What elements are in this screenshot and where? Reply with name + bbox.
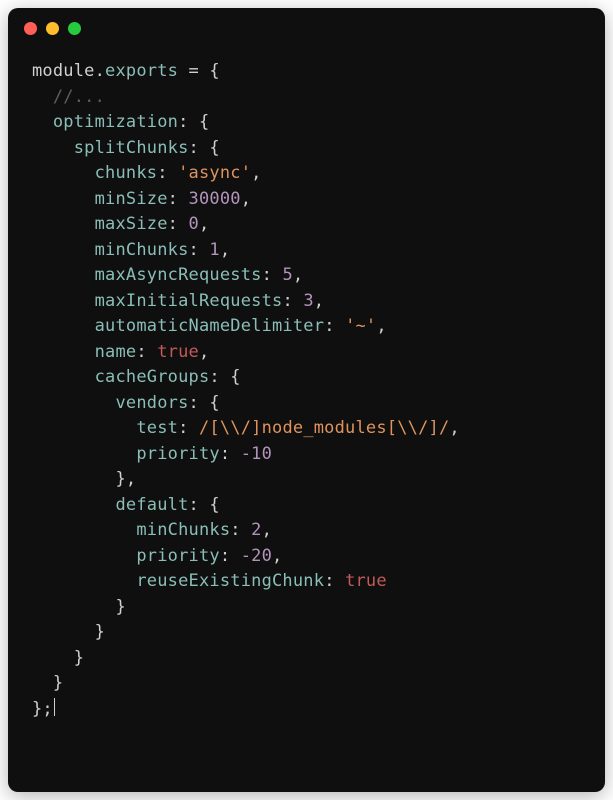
code-token: name	[32, 342, 136, 362]
code-token: cacheGroups	[32, 367, 209, 387]
code-token: reuseExistingChunk	[32, 571, 324, 591]
code-token: : {	[189, 393, 220, 413]
code-token: vendors	[32, 393, 189, 413]
text-cursor	[54, 698, 55, 716]
code-token: splitChunks	[32, 138, 189, 158]
code-token: ,	[293, 265, 303, 285]
code-token: exports	[105, 61, 178, 81]
code-token: .	[95, 61, 105, 81]
code-token: :	[157, 163, 178, 183]
code-token: :	[220, 444, 241, 464]
code-token: maxAsyncRequests	[32, 265, 262, 285]
code-token: },	[32, 469, 136, 489]
code-token: ,	[314, 291, 324, 311]
code-token: };	[32, 699, 53, 719]
code-token: :	[262, 265, 283, 285]
code-token: 2	[251, 520, 261, 540]
code-token: minChunks	[32, 240, 189, 260]
code-block: module.exports = { //... optimization: {…	[8, 43, 605, 742]
code-token: :	[178, 418, 199, 438]
code-token: : {	[209, 367, 240, 387]
code-token: maxInitialRequests	[32, 291, 282, 311]
code-token: :	[230, 520, 251, 540]
code-token: -20	[241, 546, 272, 566]
code-token: 'async'	[178, 163, 251, 183]
code-token: -10	[241, 444, 272, 464]
code-token: module	[32, 61, 95, 81]
code-token: :	[220, 546, 241, 566]
code-comment: //...	[32, 87, 105, 107]
code-token: 1	[209, 240, 219, 260]
code-token: : {	[178, 112, 209, 132]
code-token: ,	[272, 546, 282, 566]
maximize-icon[interactable]	[68, 22, 81, 35]
code-token: }	[32, 622, 105, 642]
code-token: priority	[32, 444, 220, 464]
code-token: :	[189, 240, 210, 260]
code-window: module.exports = { //... optimization: {…	[8, 8, 605, 792]
code-token: : {	[189, 138, 220, 158]
code-token: 0	[189, 214, 199, 234]
code-token: :	[136, 342, 157, 362]
code-token: chunks	[32, 163, 157, 183]
code-token: = {	[178, 61, 220, 81]
code-token: minSize	[32, 189, 168, 209]
code-token: ,	[241, 189, 251, 209]
code-token: true	[345, 571, 387, 591]
code-token: }	[32, 673, 63, 693]
code-token: :	[324, 316, 345, 336]
code-token: ,	[251, 163, 261, 183]
code-token: /[\\/]node_modules[\\/]/	[199, 418, 449, 438]
code-token: ,	[199, 342, 209, 362]
code-token: 30000	[189, 189, 241, 209]
code-token: :	[282, 291, 303, 311]
code-token: ,	[449, 418, 459, 438]
code-token: priority	[32, 546, 220, 566]
code-token: ,	[199, 214, 209, 234]
code-token: :	[168, 214, 189, 234]
code-token: minChunks	[32, 520, 230, 540]
window-titlebar	[8, 8, 605, 43]
code-token: }	[32, 648, 84, 668]
code-token: default	[32, 495, 189, 515]
code-token: maxSize	[32, 214, 168, 234]
code-token: true	[157, 342, 199, 362]
close-icon[interactable]	[24, 22, 37, 35]
code-token: '~'	[345, 316, 376, 336]
code-token: ,	[220, 240, 230, 260]
code-token: ,	[376, 316, 386, 336]
code-token: 5	[282, 265, 292, 285]
code-token: 3	[303, 291, 313, 311]
code-token: test	[32, 418, 178, 438]
code-token: :	[324, 571, 345, 591]
code-token: optimization	[32, 112, 178, 132]
minimize-icon[interactable]	[46, 22, 59, 35]
code-token: }	[32, 597, 126, 617]
code-token: ,	[262, 520, 272, 540]
code-token: automaticNameDelimiter	[32, 316, 324, 336]
code-token: : {	[189, 495, 220, 515]
code-token: :	[168, 189, 189, 209]
